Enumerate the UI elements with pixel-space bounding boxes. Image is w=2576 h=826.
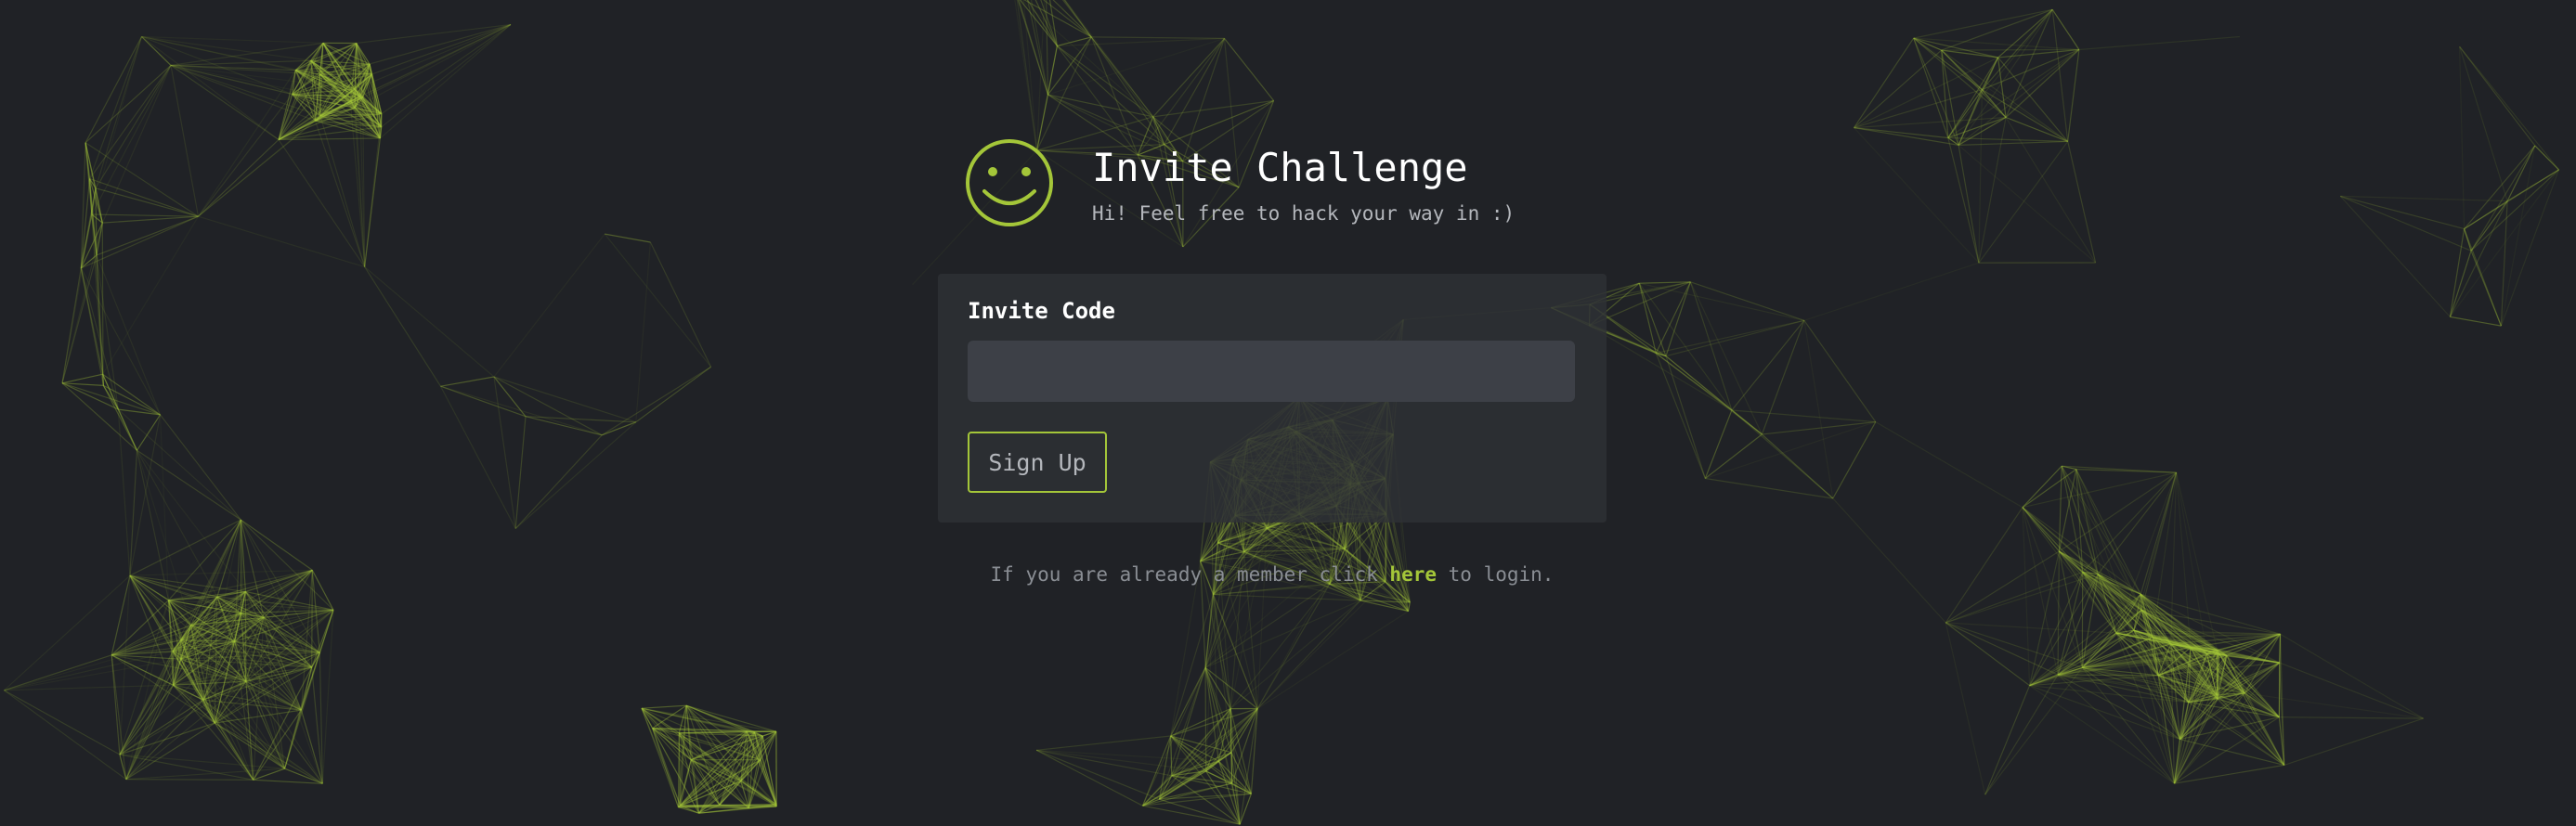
page-header: Invite Challenge Hi! Feel free to hack y… <box>964 137 1558 230</box>
login-prompt-suffix: to login. <box>1448 563 1555 586</box>
login-prompt: If you are already a member click here t… <box>938 563 1607 586</box>
login-prompt-prefix: If you are already a member click <box>990 563 1378 586</box>
invite-code-label: Invite Code <box>968 298 1115 324</box>
invite-code-input[interactable] <box>968 341 1575 402</box>
page-title: Invite Challenge <box>1092 145 1468 190</box>
smiley-face-icon <box>966 139 1053 226</box>
signup-form-card: Invite Code Sign Up <box>938 274 1607 523</box>
login-link[interactable]: here <box>1389 563 1437 586</box>
sign-up-button[interactable]: Sign Up <box>968 432 1107 493</box>
page-subtitle: Hi! Feel free to hack your way in :) <box>1092 202 1516 225</box>
